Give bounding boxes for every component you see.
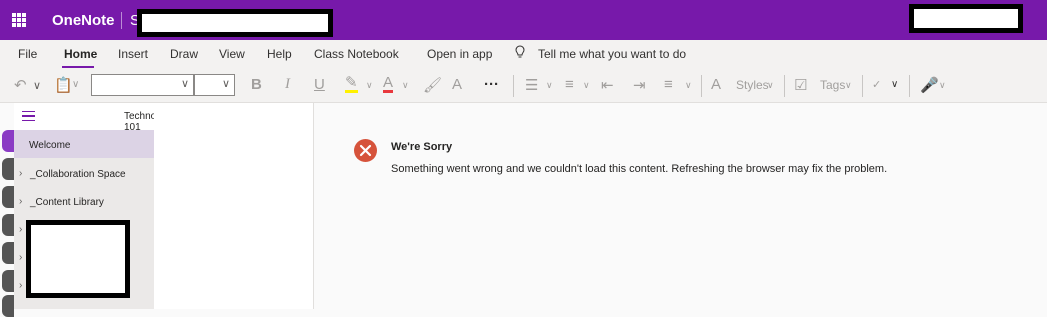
app-name[interactable]: OneNote [52,12,115,29]
bold-icon[interactable]: B [251,76,262,93]
page-content-area [314,103,1047,309]
outdent-icon[interactable]: ⇤ [601,76,614,94]
error-icon [354,139,377,162]
open-in-app-button[interactable]: Open in app [427,47,492,61]
undo-dropdown-icon[interactable]: ∨ [33,79,41,92]
app-launcher-icon[interactable] [12,13,26,27]
bullets-icon[interactable]: ☰ [525,76,538,94]
toolbar-divider [513,75,514,97]
paste-dropdown-icon[interactable]: ∨ [72,79,79,90]
section-color-tab[interactable] [2,270,14,292]
toolbar-divider [862,75,863,97]
tags-icon[interactable]: ☑ [794,76,807,94]
tab-class-notebook[interactable]: Class Notebook [314,47,399,61]
chevron-down-icon: ∨ [180,78,189,90]
section-item-content-library[interactable]: › _Content Library [14,187,154,215]
ribbon-tabs: File Home Insert Draw View Help Class No… [0,40,1047,68]
section-label: Welcome [29,140,71,151]
italic-icon[interactable]: I [285,76,290,93]
toolbar-divider [701,75,702,97]
section-color-tab[interactable] [2,130,14,152]
page-list-pane [154,103,314,309]
chevron-right-icon[interactable]: › [19,224,22,235]
chevron-right-icon[interactable]: › [19,196,22,207]
styles-dropdown-icon[interactable]: ∨ [767,80,774,91]
clear-format-icon[interactable]: A [452,76,462,93]
font-color-dropdown-icon[interactable]: ∨ [402,80,409,91]
highlight-dropdown-icon[interactable]: ∨ [366,80,373,91]
chevron-right-icon[interactable]: › [19,168,22,179]
numbering-icon[interactable]: ≡ [565,76,574,93]
tell-me-search[interactable]: Tell me what you want to do [538,47,686,61]
spelling-dropdown-icon[interactable]: ∨ [891,79,898,90]
align-icon[interactable]: ≡ [664,76,673,93]
lightbulb-icon [515,45,525,58]
section-color-tab[interactable] [2,158,14,180]
tab-file[interactable]: File [18,47,37,61]
paste-icon[interactable]: 📋 [54,76,73,94]
more-options-icon[interactable]: ··· [484,76,499,93]
notebook-header: Technology 101 [14,103,175,133]
section-color-tab[interactable] [2,186,14,208]
ribbon-toolbar: ↶ ∨ 📋 ∨ ∨ ∨ B I U ✎ ∨ A ∨ 🖌 A ··· ☰ ∨ ≡ … [0,68,1047,103]
spelling-icon[interactable]: ✓ [872,78,881,91]
dictate-dropdown-icon[interactable]: ∨ [939,80,946,91]
section-item-welcome[interactable]: Welcome [14,130,154,158]
styles-icon[interactable]: A [711,76,721,93]
tab-home[interactable]: Home [64,47,97,61]
title-divider [121,12,122,29]
tab-insert[interactable]: Insert [118,47,148,61]
section-color-tab[interactable] [2,295,14,317]
redacted-notebook-title [137,9,333,37]
title-bar: OneNote S [0,0,1047,40]
font-size-select[interactable]: ∨ [194,74,235,96]
font-name-select[interactable]: ∨ [91,74,194,96]
notebook-tab-strip [0,130,14,317]
section-color-tab[interactable] [2,242,14,264]
dictate-icon[interactable]: 🎤 [920,76,939,94]
tab-help[interactable]: Help [267,47,292,61]
tags-label[interactable]: Tags [820,78,845,92]
font-color-icon[interactable]: A [383,75,394,93]
underline-icon[interactable]: U [314,76,325,93]
section-label: _Collaboration Space [30,169,126,180]
section-item-collaboration-space[interactable]: › _Collaboration Space [14,159,154,187]
chevron-right-icon[interactable]: › [19,280,22,291]
indent-icon[interactable]: ⇥ [633,76,646,94]
redacted-user-account[interactable] [909,4,1023,33]
format-painter-icon[interactable]: 🖌 [423,76,442,94]
tab-view[interactable]: View [219,47,245,61]
numbering-dropdown-icon[interactable]: ∨ [583,80,590,91]
tags-dropdown-icon[interactable]: ∨ [845,80,852,91]
section-color-tab[interactable] [2,214,14,236]
chevron-down-icon: ∨ [221,78,230,90]
align-dropdown-icon[interactable]: ∨ [685,80,692,91]
bullets-dropdown-icon[interactable]: ∨ [546,80,553,91]
hamburger-icon[interactable] [22,111,35,121]
error-title: We're Sorry [391,141,453,153]
chevron-right-icon[interactable]: › [19,252,22,263]
redacted-section-names [26,220,130,298]
styles-label[interactable]: Styles [736,78,769,92]
section-label: _Content Library [30,197,104,208]
toolbar-divider [784,75,785,97]
error-message: Something went wrong and we couldn't loa… [391,163,888,175]
toolbar-divider [909,75,910,97]
highlight-icon[interactable]: ✎ [345,75,358,93]
undo-icon[interactable]: ↶ [14,76,27,94]
tab-draw[interactable]: Draw [170,47,198,61]
